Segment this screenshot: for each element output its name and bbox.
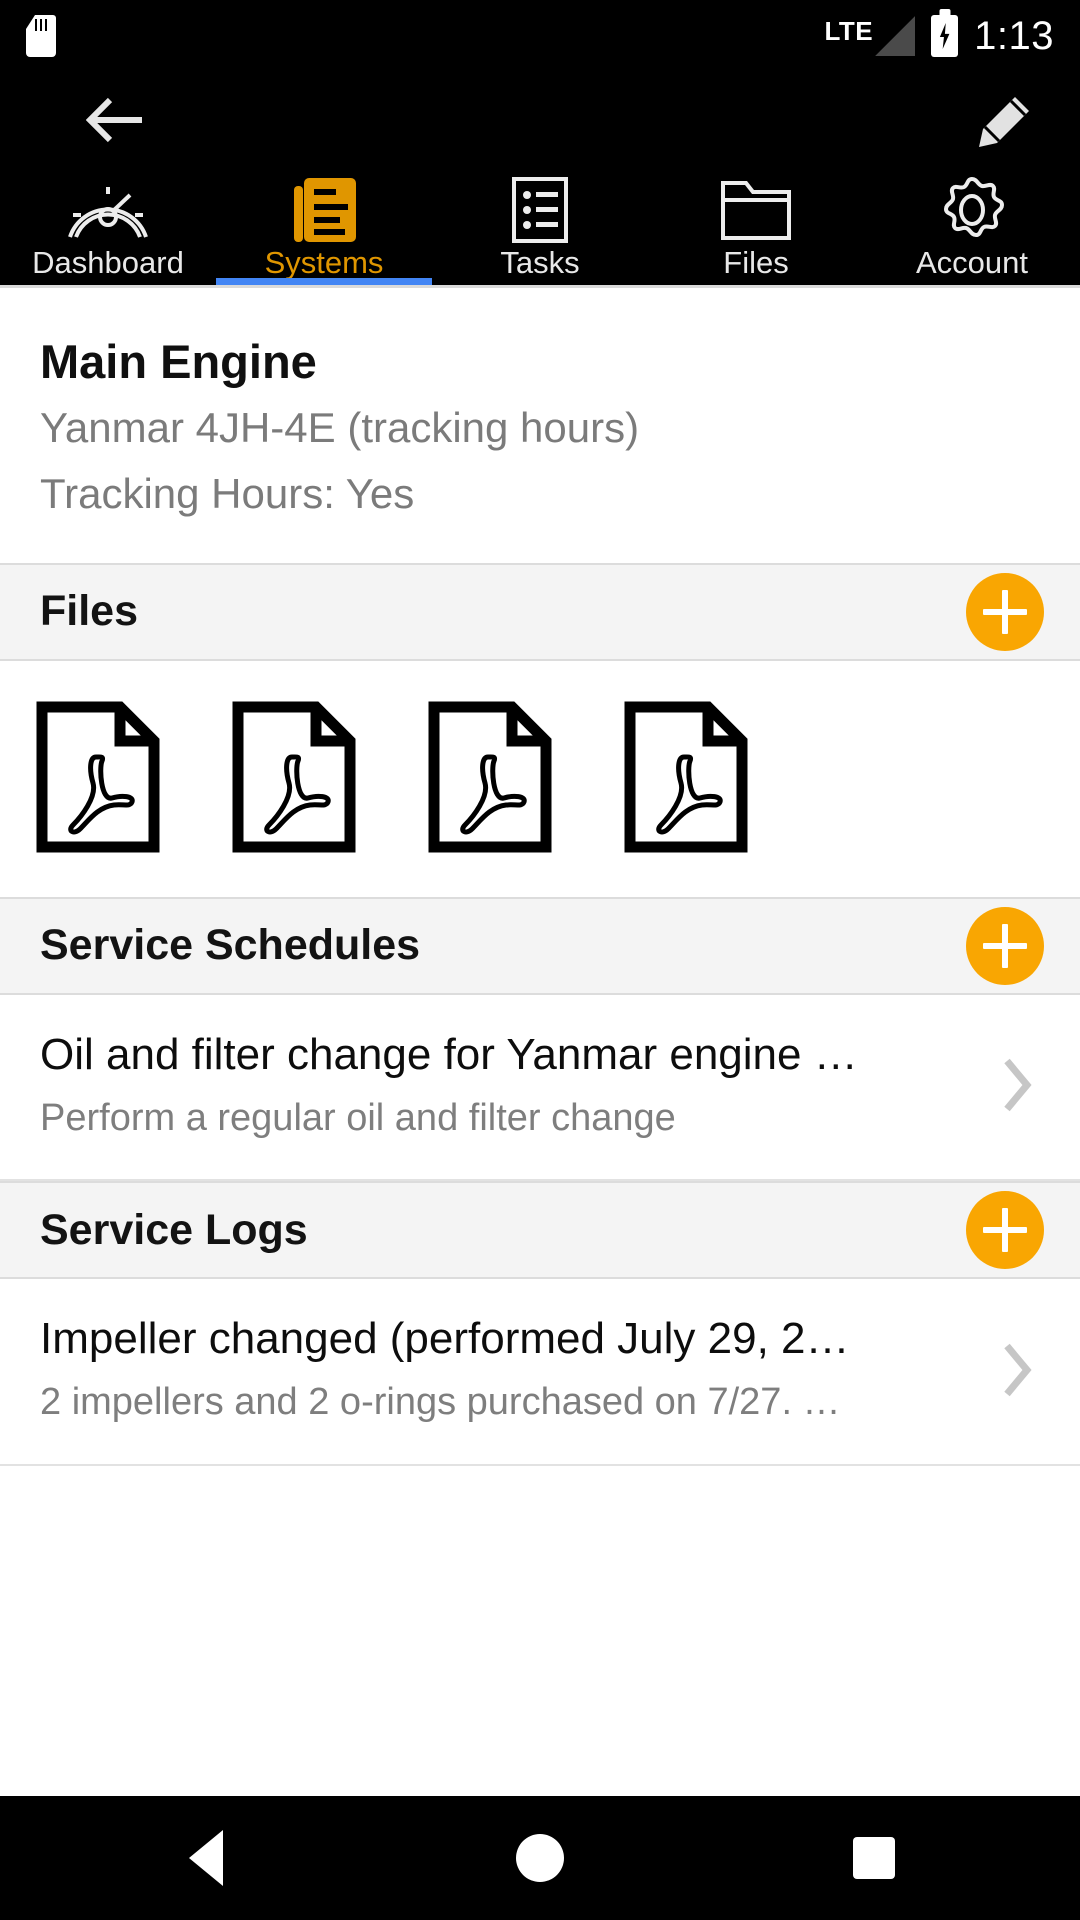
edit-button[interactable] xyxy=(966,84,1042,160)
tab-label: Files xyxy=(723,245,789,280)
files-list xyxy=(0,660,1080,897)
nav-home-button[interactable] xyxy=(492,1810,588,1906)
active-tab-indicator xyxy=(216,278,432,285)
network-indicator: LTE xyxy=(824,16,916,56)
back-arrow-icon xyxy=(86,97,142,143)
tab-tasks[interactable]: Tasks xyxy=(432,177,648,285)
nav-recents-button[interactable] xyxy=(826,1810,922,1906)
file-item[interactable] xyxy=(588,701,784,853)
add-file-button[interactable] xyxy=(966,572,1044,651)
status-bar: LTE 1:13 xyxy=(0,0,1080,72)
pdf-file-icon xyxy=(624,701,748,853)
file-item[interactable] xyxy=(0,701,196,853)
list-item-title: Oil and filter change for Yanmar engine … xyxy=(40,1029,858,1079)
file-item[interactable] xyxy=(196,701,392,853)
table-row[interactable]: Impeller changed (performed July 29, 2… … xyxy=(0,1279,1080,1466)
pencil-edit-icon xyxy=(979,97,1029,147)
content-area: Main Engine Yanmar 4JH-4E (tracking hour… xyxy=(0,285,1080,1796)
list-item-subtitle: Perform a regular oil and filter change xyxy=(40,1096,676,1139)
tab-files[interactable]: Files xyxy=(648,177,864,285)
signal-triangle-icon xyxy=(875,16,916,56)
nav-back-button[interactable] xyxy=(158,1810,254,1906)
list-item-subtitle: 2 impellers and 2 o-rings purchased on 7… xyxy=(40,1381,841,1424)
tab-dashboard[interactable]: Dashboard xyxy=(0,177,216,285)
section-header-service-logs: Service Logs xyxy=(0,1181,1080,1280)
status-bar-left xyxy=(26,15,56,57)
status-bar-right: LTE 1:13 xyxy=(824,15,1054,57)
section-title: Service Logs xyxy=(40,1205,308,1254)
document-list-icon xyxy=(290,178,358,242)
list-item-title: Impeller changed (performed July 29, 2… xyxy=(40,1314,850,1364)
system-navigation-bar xyxy=(0,1796,1080,1920)
nav-recents-icon xyxy=(853,1837,895,1879)
tab-label: Dashboard xyxy=(32,245,184,280)
tab-systems[interactable]: Systems xyxy=(216,177,432,285)
tab-account[interactable]: Account xyxy=(864,176,1080,285)
system-detail-header: Main Engine Yanmar 4JH-4E (tracking hour… xyxy=(0,288,1080,563)
tracking-hours-value: Tracking Hours: Yes xyxy=(40,470,415,518)
tab-label: Systems xyxy=(264,245,384,280)
status-bar-clock: 1:13 xyxy=(974,14,1054,58)
list-item-text: Oil and filter change for Yanmar engine … xyxy=(40,1029,976,1141)
add-service-log-button[interactable] xyxy=(966,1191,1044,1270)
app-bar xyxy=(0,72,1080,177)
table-row[interactable]: Oil and filter change for Yanmar engine … xyxy=(0,994,1080,1182)
chevron-right-icon xyxy=(994,1055,1040,1115)
section-header-service-schedules: Service Schedules xyxy=(0,896,1080,995)
list-item-text: Impeller changed (performed July 29, 2… … xyxy=(40,1313,976,1425)
checklist-icon xyxy=(508,177,572,243)
battery-charging-icon xyxy=(931,15,959,57)
nav-back-icon xyxy=(189,1830,223,1886)
system-model: Yanmar 4JH-4E (tracking hours) xyxy=(40,404,640,452)
section-header-files: Files xyxy=(0,562,1080,661)
page-title: Main Engine xyxy=(40,335,317,388)
chevron-right-icon xyxy=(994,1340,1040,1400)
file-item[interactable] xyxy=(392,701,588,853)
tab-label: Tasks xyxy=(500,245,580,280)
pdf-file-icon xyxy=(428,701,552,853)
app-root: LTE 1:13 Dashboard Systems Tasks Files A… xyxy=(0,0,1080,1920)
nav-home-icon xyxy=(516,1834,564,1882)
network-label: LTE xyxy=(824,16,874,46)
tab-bar: Dashboard Systems Tasks Files Account xyxy=(0,176,1080,285)
pdf-file-icon xyxy=(36,701,160,853)
sd-card-icon xyxy=(26,15,56,57)
pdf-file-icon xyxy=(232,701,356,853)
add-service-schedule-button[interactable] xyxy=(966,906,1044,985)
folder-icon xyxy=(720,179,792,241)
section-title: Service Schedules xyxy=(40,921,421,970)
gear-icon xyxy=(937,176,1007,241)
section-title: Files xyxy=(40,587,138,636)
back-button[interactable] xyxy=(78,90,152,150)
tab-label: Account xyxy=(915,245,1028,280)
gauge-icon xyxy=(64,179,152,241)
